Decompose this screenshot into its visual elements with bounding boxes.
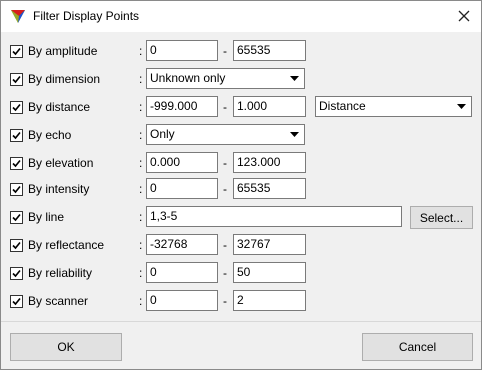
select-lines-button[interactable]: Select...	[410, 206, 473, 229]
chevron-down-icon[interactable]	[287, 71, 302, 86]
amplitude-label: By amplitude	[28, 44, 98, 58]
amplitude-max-input[interactable]: 65535	[233, 40, 306, 61]
dimension-select[interactable]: Unknown only	[146, 68, 305, 89]
dimension-checkbox[interactable]	[10, 73, 23, 86]
colon-separator: :	[139, 210, 143, 224]
range-dash: -	[223, 156, 227, 170]
reliability-label: By reliability	[28, 266, 93, 280]
filter-row-echo: By echo : Only	[1, 124, 481, 148]
distance-max-input[interactable]: 1.000	[233, 96, 306, 117]
intensity-min-input[interactable]: 0	[146, 178, 218, 199]
distance-type-value: Distance	[319, 99, 366, 113]
line-checkbox[interactable]	[10, 211, 23, 224]
range-dash: -	[223, 238, 227, 252]
filter-row-line: By line : 1,3-5 Select...	[1, 206, 481, 230]
reflectance-label: By reflectance	[28, 238, 105, 252]
amplitude-checkbox[interactable]	[10, 45, 23, 58]
echo-select[interactable]: Only	[146, 124, 305, 145]
chevron-down-icon[interactable]	[287, 127, 302, 142]
dialog-footer: OK Cancel	[1, 321, 481, 369]
elevation-label: By elevation	[28, 156, 94, 170]
range-dash: -	[223, 266, 227, 280]
cancel-button[interactable]: Cancel	[362, 333, 473, 361]
colon-separator: :	[139, 100, 143, 114]
range-dash: -	[223, 182, 227, 196]
echo-label: By echo	[28, 128, 72, 142]
intensity-label: By intensity	[28, 182, 90, 196]
line-label: By line	[28, 210, 65, 224]
window-title: Filter Display Points	[33, 9, 140, 23]
distance-label: By distance	[28, 100, 91, 114]
colon-separator: :	[139, 266, 143, 280]
elevation-min-input[interactable]: 0.000	[146, 152, 218, 173]
filter-row-distance: By distance : -999.000 - 1.000 Distance	[1, 96, 481, 120]
chevron-down-icon[interactable]	[454, 99, 469, 114]
close-icon[interactable]	[453, 5, 475, 27]
filter-row-scanner: By scanner : 0 - 2	[1, 290, 481, 314]
amplitude-min-input[interactable]: 0	[146, 40, 218, 61]
colon-separator: :	[139, 128, 143, 142]
colon-separator: :	[139, 238, 143, 252]
filter-display-points-dialog: Filter Display Points By amplitude : 0 -…	[0, 0, 482, 370]
filter-row-elevation: By elevation : 0.000 - 123.000	[1, 152, 481, 176]
elevation-max-input[interactable]: 123.000	[233, 152, 306, 173]
scanner-checkbox[interactable]	[10, 295, 23, 308]
elevation-checkbox[interactable]	[10, 157, 23, 170]
echo-select-value: Only	[150, 127, 175, 141]
distance-type-select[interactable]: Distance	[315, 96, 472, 117]
range-dash: -	[223, 100, 227, 114]
line-list-input[interactable]: 1,3-5	[146, 206, 402, 227]
reliability-checkbox[interactable]	[10, 267, 23, 280]
reflectance-checkbox[interactable]	[10, 239, 23, 252]
filter-row-amplitude: By amplitude : 0 - 65535	[1, 40, 481, 64]
dimension-label: By dimension	[28, 72, 101, 86]
filter-row-dimension: By dimension : Unknown only	[1, 68, 481, 92]
colon-separator: :	[139, 44, 143, 58]
app-icon	[10, 8, 26, 24]
ok-button[interactable]: OK	[10, 333, 122, 361]
scanner-label: By scanner	[28, 294, 89, 308]
filter-row-reliability: By reliability : 0 - 50	[1, 262, 481, 286]
reliability-min-input[interactable]: 0	[146, 262, 218, 283]
colon-separator: :	[139, 72, 143, 86]
distance-checkbox[interactable]	[10, 101, 23, 114]
colon-separator: :	[139, 182, 143, 196]
intensity-checkbox[interactable]	[10, 183, 23, 196]
reflectance-max-input[interactable]: 32767	[233, 234, 306, 255]
colon-separator: :	[139, 156, 143, 170]
range-dash: -	[223, 294, 227, 308]
intensity-max-input[interactable]: 65535	[233, 178, 306, 199]
range-dash: -	[223, 44, 227, 58]
colon-separator: :	[139, 294, 143, 308]
title-bar: Filter Display Points	[1, 1, 481, 32]
echo-checkbox[interactable]	[10, 129, 23, 142]
dimension-select-value: Unknown only	[150, 71, 226, 85]
scanner-min-input[interactable]: 0	[146, 290, 218, 311]
distance-min-input[interactable]: -999.000	[146, 96, 218, 117]
filter-row-reflectance: By reflectance : -32768 - 32767	[1, 234, 481, 258]
scanner-max-input[interactable]: 2	[233, 290, 306, 311]
reliability-max-input[interactable]: 50	[233, 262, 306, 283]
reflectance-min-input[interactable]: -32768	[146, 234, 218, 255]
filter-row-intensity: By intensity : 0 - 65535	[1, 178, 481, 202]
